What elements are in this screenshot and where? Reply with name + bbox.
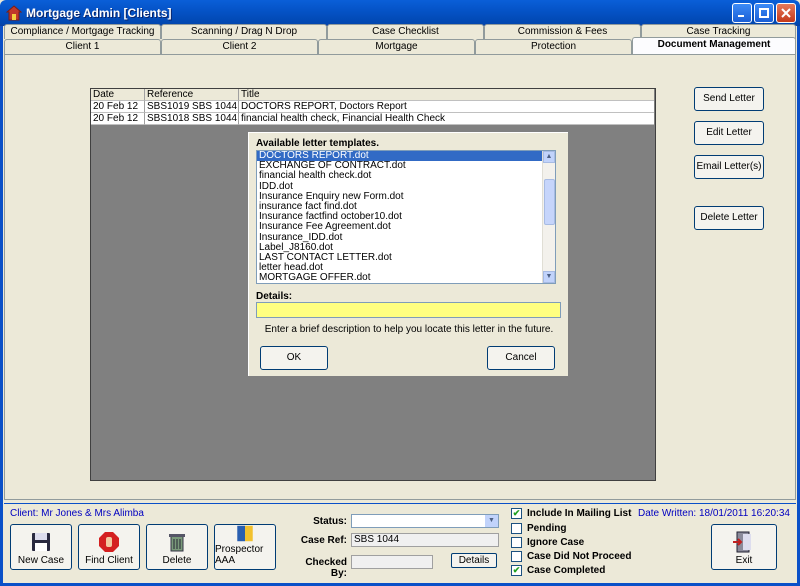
scroll-down-icon[interactable]: ▼: [543, 271, 555, 283]
send-letter-button[interactable]: Send Letter: [694, 87, 764, 111]
cell-date: 20 Feb 12: [91, 113, 145, 125]
table-row[interactable]: 20 Feb 12 SBS1018 SBS 1044 financial hea…: [91, 113, 654, 125]
col-reference-header[interactable]: Reference: [145, 89, 239, 101]
tab-scanning[interactable]: Scanning / Drag N Drop: [161, 24, 327, 39]
checkbox-label: Case Completed: [527, 565, 606, 576]
exit-door-icon: [733, 531, 751, 553]
templates-label: Available letter templates.: [256, 138, 380, 149]
maximize-icon: [759, 8, 769, 18]
scroll-up-icon[interactable]: ▲: [543, 151, 555, 163]
tab-protection[interactable]: Protection: [475, 39, 632, 54]
checkbox-ignore-case[interactable]: Ignore Case: [511, 537, 584, 548]
find-client-label: Find Client: [85, 555, 133, 566]
case-ref-field[interactable]: SBS 1044: [351, 533, 499, 547]
delete-label: Delete: [162, 555, 192, 566]
tab-case-checklist[interactable]: Case Checklist: [327, 24, 484, 39]
checkbox-box[interactable]: [511, 523, 522, 534]
tab-commission[interactable]: Commission & Fees: [484, 24, 641, 39]
case-ref-label: Case Ref:: [300, 535, 347, 546]
prospector-icon: [237, 525, 253, 542]
stop-hand-icon: [99, 532, 119, 552]
email-letters-button[interactable]: Email Letter(s): [694, 155, 764, 179]
grid-header: Date Reference Title: [91, 89, 654, 101]
exit-label: Exit: [735, 555, 753, 566]
checkbox-box[interactable]: [511, 551, 522, 562]
details-hint: Enter a brief description to help you lo…: [264, 324, 554, 335]
cancel-button[interactable]: Cancel: [487, 346, 555, 370]
edit-letter-button[interactable]: Edit Letter: [694, 121, 764, 145]
col-title-header[interactable]: Title: [239, 89, 654, 101]
delete-letter-button[interactable]: Delete Letter: [694, 206, 764, 230]
checkbox-label: Pending: [527, 523, 567, 534]
delete-button[interactable]: Delete: [146, 524, 208, 570]
cell-title: DOCTORS REPORT, Doctors Report: [239, 101, 654, 113]
checkbox-label: Ignore Case: [527, 537, 585, 548]
details-button[interactable]: Details: [451, 553, 497, 568]
checkbox-label: Include In Mailing List: [527, 508, 632, 519]
letters-grid[interactable]: Date Reference Title 20 Feb 12 SBS1019 S…: [91, 89, 654, 125]
scroll-thumb[interactable]: [544, 179, 555, 225]
footer-divider: [4, 503, 796, 504]
list-item[interactable]: financial health check.dot: [257, 171, 555, 181]
checkmark-icon[interactable]: ✔: [511, 508, 522, 519]
floppy-disk-icon: [32, 533, 50, 551]
chevron-down-icon[interactable]: ▼: [485, 515, 498, 527]
new-case-label: New Case: [17, 555, 65, 566]
status-select[interactable]: ▼: [351, 514, 499, 528]
close-button[interactable]: [776, 3, 796, 23]
minimize-button[interactable]: [732, 3, 752, 23]
details-input[interactable]: [256, 302, 561, 318]
checkbox-label: Case Did Not Proceed: [527, 551, 632, 562]
minimize-icon: [738, 15, 744, 17]
checked-by-field[interactable]: [351, 555, 433, 569]
checkbox-include-in-mailing-list[interactable]: ✔ Include In Mailing List: [511, 508, 631, 519]
tab-client-2[interactable]: Client 2: [161, 39, 318, 54]
tab-client-1[interactable]: Client 1: [4, 39, 161, 54]
date-written: Date Written: 18/01/2011 16:20:34: [638, 508, 790, 519]
cell-title: financial health check, Financial Health…: [239, 113, 654, 125]
templates-listbox[interactable]: DOCTORS REPORT.dot EXCHANGE OF CONTRACT.d…: [256, 150, 556, 284]
cell-date: 20 Feb 12: [91, 101, 145, 113]
checked-by-label: Checked By:: [305, 557, 347, 579]
client-name: Client: Mr Jones & Mrs Alimba: [10, 508, 144, 519]
ok-button[interactable]: OK: [260, 346, 328, 370]
checkbox-pending[interactable]: Pending: [511, 523, 566, 534]
cell-reference: SBS1018 SBS 1044: [145, 113, 239, 125]
tab-compliance[interactable]: Compliance / Mortgage Tracking: [4, 24, 161, 39]
tab-mortgage[interactable]: Mortgage: [318, 39, 475, 54]
cell-reference: SBS1019 SBS 1044: [145, 101, 239, 113]
maximize-button[interactable]: [754, 3, 774, 23]
new-case-button[interactable]: New Case: [10, 524, 72, 570]
checkbox-box[interactable]: [511, 537, 522, 548]
list-item[interactable]: MORTGAGE OFFER.dot: [257, 273, 555, 283]
details-label: Details:: [256, 291, 293, 302]
template-dialog: Available letter templates. DOCTORS REPO…: [247, 131, 569, 377]
list-item[interactable]: Insurance Fee Agreement.dot: [257, 222, 555, 232]
checkmark-icon[interactable]: ✔: [511, 565, 522, 576]
prospector-button[interactable]: Prospector AAA: [214, 524, 276, 570]
recycle-bin-icon: [169, 534, 185, 552]
title-bar: Mortgage Admin [Clients]: [0, 0, 800, 26]
window-title: Mortgage Admin [Clients]: [26, 6, 172, 20]
status-label: Status:: [313, 516, 347, 527]
listbox-scrollbar[interactable]: ▲ ▼: [542, 151, 555, 283]
app-icon: [6, 5, 22, 21]
col-date-header[interactable]: Date: [91, 89, 145, 101]
checkbox-case-completed[interactable]: ✔ Case Completed: [511, 565, 605, 576]
table-row[interactable]: 20 Feb 12 SBS1019 SBS 1044 DOCTORS REPOR…: [91, 101, 654, 113]
find-client-button[interactable]: Find Client: [78, 524, 140, 570]
tab-row-2: Client 1 Client 2 Mortgage Protection Do…: [4, 37, 796, 55]
checkbox-case-did-not-proceed[interactable]: Case Did Not Proceed: [511, 551, 631, 562]
prospector-label: Prospector AAA: [215, 544, 264, 566]
tab-document-management[interactable]: Document Management: [632, 37, 796, 55]
exit-button[interactable]: Exit: [711, 524, 777, 570]
close-icon: [781, 8, 791, 18]
